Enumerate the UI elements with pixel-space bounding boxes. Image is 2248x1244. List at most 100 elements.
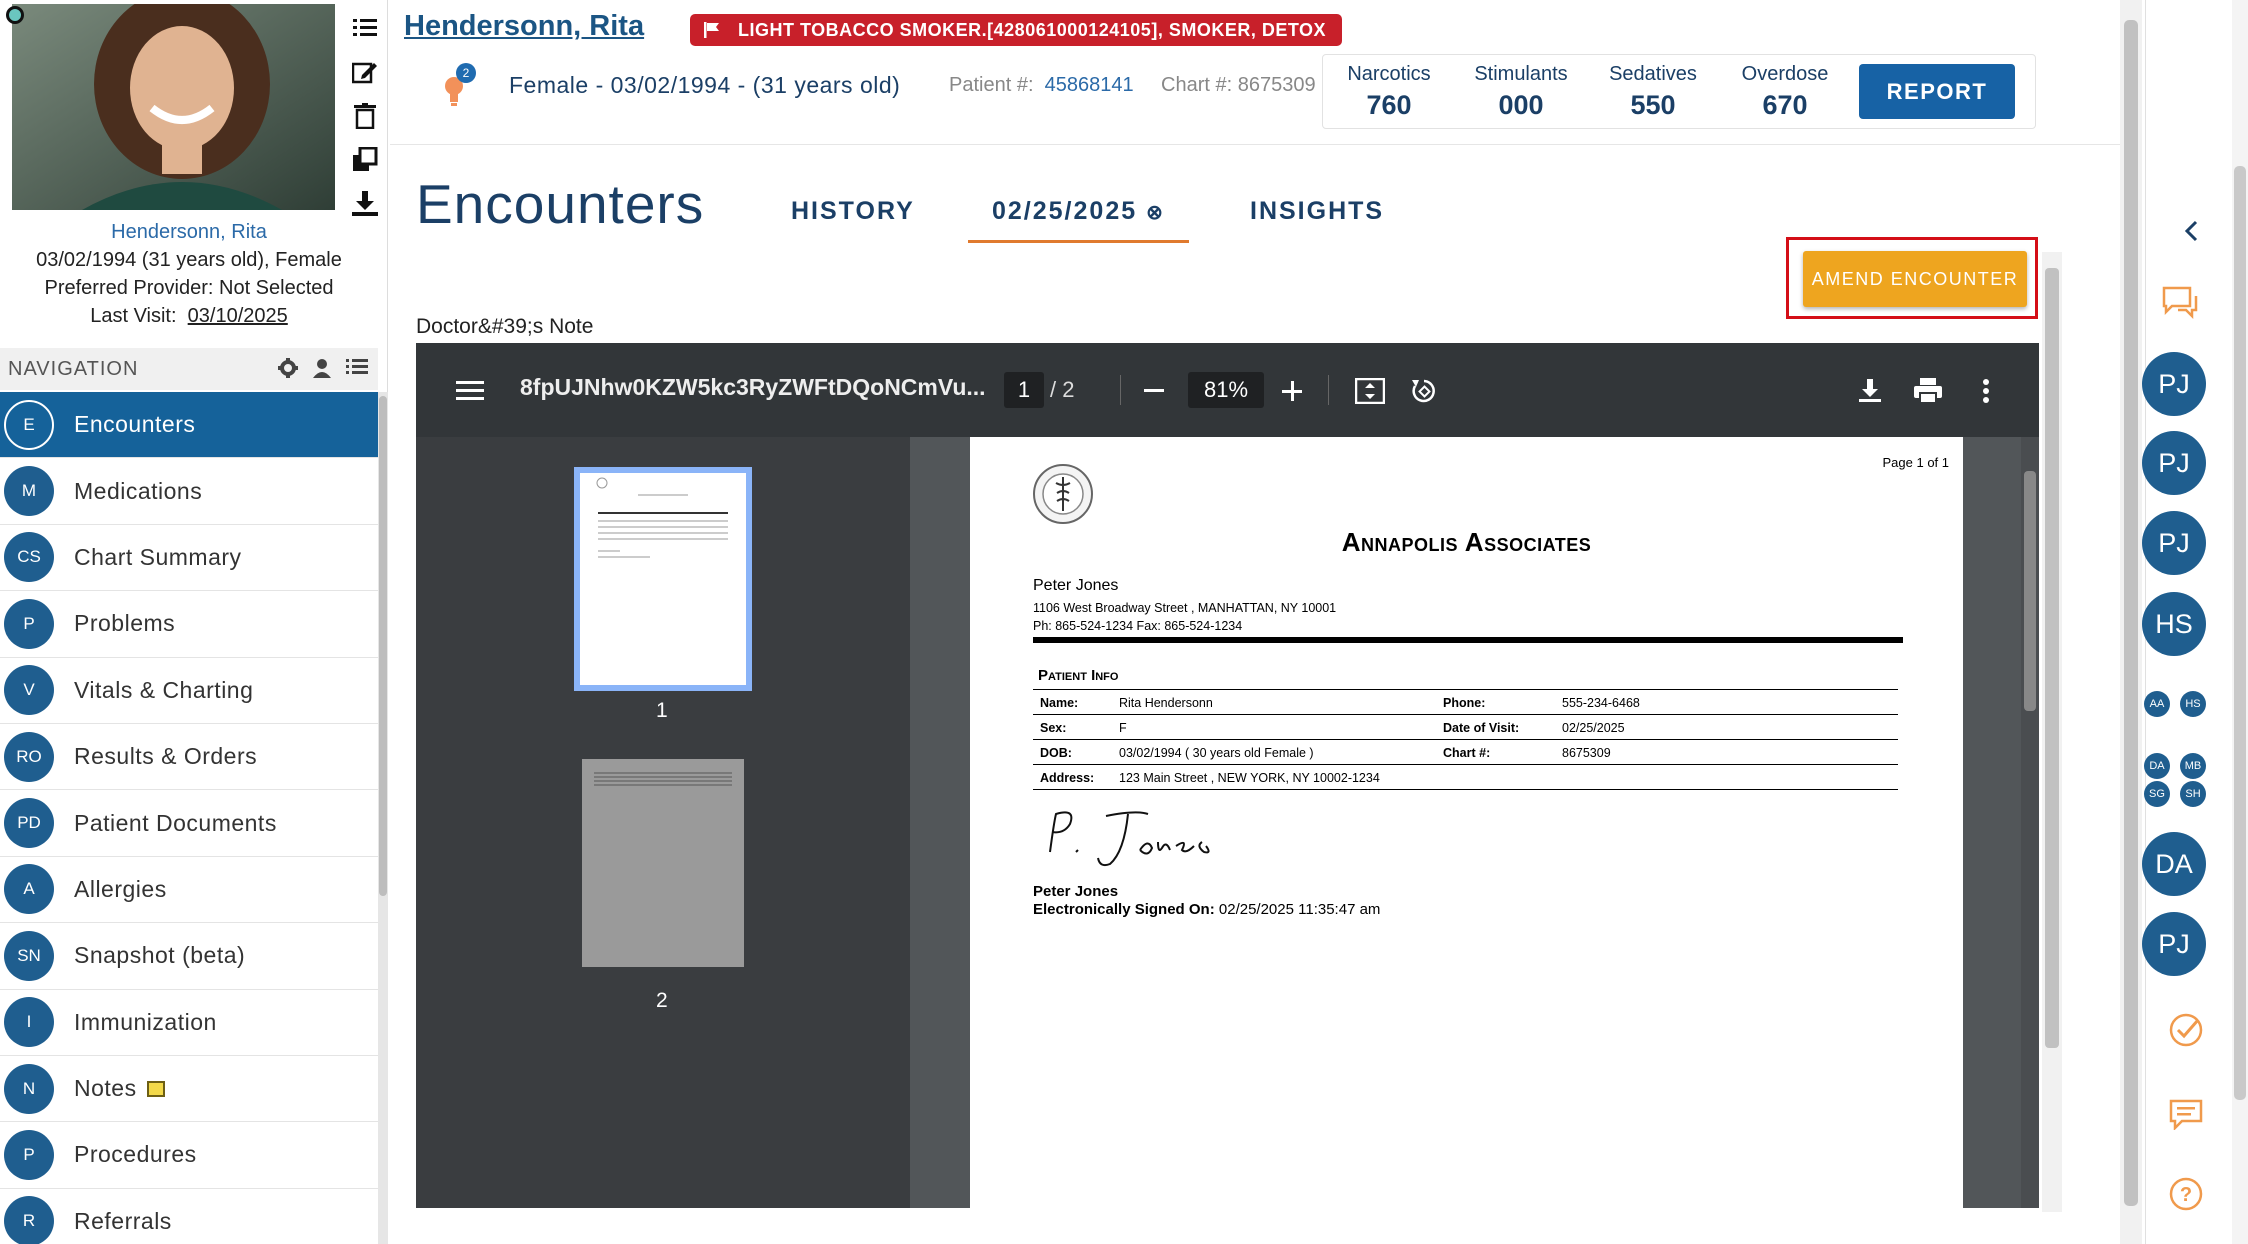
user-icon[interactable] [312,358,332,384]
avatar-small[interactable]: AA [2144,691,2170,717]
stat-label: Stimulants [1474,62,1568,85]
rotate-icon[interactable] [1404,371,1444,411]
list-settings-icon[interactable] [346,358,368,384]
pdf-page-area: Page 1 of 1 Annapolis Associates Peter J… [910,437,2039,1208]
nav-item-allergies[interactable]: A Allergies [0,857,378,924]
info-value: 555-234-6468 [1562,696,1640,710]
nav-item-referrals[interactable]: R Referrals [0,1189,378,1244]
avatar[interactable]: PJ [2142,511,2206,575]
avatar[interactable]: DA [2142,832,2206,896]
rail-scrollbar[interactable] [2232,0,2248,1244]
content-scroll-thumb[interactable] [2045,268,2059,1048]
nav-badge: M [4,466,54,517]
nav-badge: P [4,1129,54,1180]
zoom-out-icon[interactable] [1134,371,1174,411]
left-panel: Hendersonn, Rita 03/02/1994 (31 years ol… [0,0,388,1244]
nav-item-procedures[interactable]: P Procedures [0,1122,378,1189]
more-icon[interactable] [1966,371,2006,411]
card-last-visit: Last Visit: 03/10/2025 [0,302,378,330]
esig-value: 02/25/2025 11:35:47 am [1218,901,1381,918]
nav-item-immunization[interactable]: I Immunization [0,990,378,1056]
gear-icon[interactable] [278,358,298,384]
avatar-small[interactable]: HS [2180,691,2206,717]
card-patient-name[interactable]: Hendersonn, Rita [0,218,378,246]
help-icon[interactable]: ? [2168,1176,2204,1217]
stat-value: 760 [1366,89,1412,120]
avatar[interactable]: PJ [2142,912,2206,976]
trash-icon[interactable] [348,94,382,138]
patient-number-label: Patient #: [949,74,1034,96]
avatar-small[interactable]: MB [2180,753,2206,779]
nav-label: Patient Documents [74,809,277,836]
patient-header: Hendersonn, Rita LIGHT TOBACCO SMOKER.[4… [390,0,2120,145]
message-icon[interactable] [2168,1098,2204,1135]
pdf-download-icon[interactable] [1850,371,1890,411]
last-visit-link[interactable]: 03/10/2025 [188,305,288,327]
fit-page-icon[interactable] [1350,371,1390,411]
avatar[interactable]: HS [2142,592,2206,656]
pdf-scroll-thumb[interactable] [2024,471,2036,711]
tab-history[interactable]: HISTORY [791,197,915,226]
signature-image [1049,811,1210,867]
info-label: Sex: [1040,721,1067,735]
nav-label: Allergies [74,875,167,902]
nav-item-medications[interactable]: M Medications [0,458,378,525]
lightbulb-icon[interactable]: 2 [440,62,480,108]
nav-label: Referrals [74,1207,172,1234]
chat-icon[interactable] [2160,284,2200,327]
page-number-input[interactable]: 1 [1004,372,1044,408]
tab-insights[interactable]: INSIGHTS [1250,197,1384,226]
sticky-note-icon [146,1080,165,1097]
edit-icon[interactable] [348,50,382,94]
nav-item-encounters[interactable]: E Encounters [0,392,378,459]
nav-item-results-orders[interactable]: RO Results & Orders [0,724,378,791]
chevron-left-icon[interactable] [2184,220,2198,247]
pdf-page: Page 1 of 1 Annapolis Associates Peter J… [970,437,1963,1208]
page-thumbnail-2[interactable] [582,759,744,967]
patient-name-link[interactable]: Hendersonn, Rita [404,10,644,43]
avatar-small[interactable]: DA [2144,753,2170,779]
patient-number-link[interactable]: 45868141 [1045,74,1134,96]
medical-seal-icon [1033,464,1093,524]
page-thumbnail-1[interactable] [574,467,752,691]
close-tab-icon[interactable]: ⊗ [1146,202,1165,224]
tab-encounter-date[interactable]: 02/25/2025 ⊗ [968,197,1189,243]
nav-item-problems[interactable]: P Problems [0,591,378,658]
thumbnail-number-1: 1 [656,699,668,722]
avatar[interactable]: PJ [2142,352,2206,416]
window-scroll-thumb[interactable] [2124,20,2138,1206]
avatar[interactable]: PJ [2142,431,2206,495]
info-label: Chart #: [1443,746,1491,760]
content-scrollbar[interactable] [2042,252,2062,1212]
list-icon[interactable] [348,6,382,50]
zoom-level[interactable]: 81% [1188,372,1264,408]
thumbnail-sidebar: 1 2 [416,437,910,1208]
pdf-scrollbar[interactable] [2021,437,2039,1208]
avatar-small[interactable]: SH [2180,781,2206,807]
nav-label: Chart Summary [74,543,242,570]
avatar-small[interactable]: SG [2144,781,2170,807]
nav-scrollbar[interactable] [378,392,388,1244]
nav-item-snapshot[interactable]: SN Snapshot (beta) [0,923,378,990]
nav-item-vitals[interactable]: V Vitals & Charting [0,658,378,724]
nav-item-chart-summary[interactable]: CS Chart Summary [0,525,378,592]
copy-icon[interactable] [348,138,382,182]
nav-label: Problems [74,610,176,637]
amend-encounter-button[interactable]: AMEND ENCOUNTER [1803,251,2027,307]
nav-label: Vitals & Charting [74,676,254,703]
rail-scroll-thumb[interactable] [2234,166,2246,1100]
nav-item-notes[interactable]: N Notes [0,1056,378,1123]
menu-icon[interactable] [450,371,490,411]
report-button[interactable]: REPORT [1859,64,2015,119]
nav-scroll-thumb[interactable] [379,396,387,896]
doctor-address: 1106 West Broadway Street , MANHATTAN, N… [1033,601,1337,615]
nav-label: Results & Orders [74,743,258,770]
nav-item-patient-documents[interactable]: PD Patient Documents [0,790,378,857]
check-icon[interactable] [2168,1012,2204,1053]
alert-badge[interactable]: LIGHT TOBACCO SMOKER.[428061000124105], … [690,14,1343,46]
zoom-in-icon[interactable] [1272,371,1312,411]
nav-badge: I [4,997,54,1048]
print-icon[interactable] [1908,371,1948,411]
window-scrollbar[interactable] [2120,0,2142,1244]
navigation-header: NAVIGATION [0,348,378,390]
